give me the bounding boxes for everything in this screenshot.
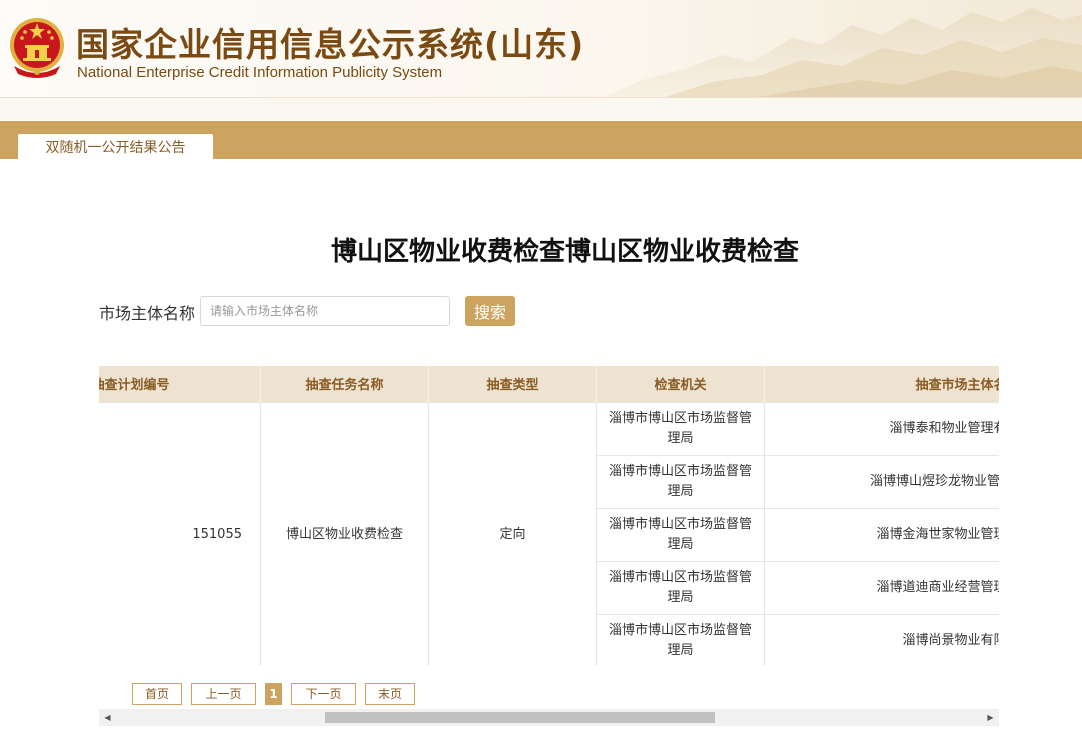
cell-entity-name: 淄博尚景物业有限公司	[764, 613, 999, 666]
cell-entity-name: 淄博道迪商业经营管理有限公司	[764, 560, 999, 615]
cell-entity-name: 淄博博山煜珍龙物业管理有限公司	[764, 454, 999, 509]
page-title: 博山区物业收费检查博山区物业收费检查	[330, 237, 799, 267]
search-button[interactable]: 搜索	[465, 296, 515, 326]
site-header: 国家企业信用信息公示系统(山东) National Enterprise Cre…	[0, 0, 1082, 98]
column-header-plan-number: 抽查计划编号	[99, 366, 261, 402]
column-header-entity-name: 抽查市场主体名称	[764, 366, 999, 402]
column-header-task-name: 抽查任务名称	[260, 366, 429, 402]
scrollbar-thumb[interactable]	[325, 712, 715, 723]
national-emblem-icon	[10, 18, 64, 78]
system-subtitle: National Enterprise Credit Information P…	[77, 64, 443, 81]
cell-authority: 淄博市博山区市场监督管理局	[596, 507, 765, 562]
cell-authority: 淄博市博山区市场监督管理局	[596, 613, 765, 666]
pagination-next-button[interactable]: 下一页	[291, 683, 356, 705]
column-header-authority: 检查机关	[596, 366, 765, 402]
table-header-row: 抽查计划编号 抽查任务名称 抽查类型 检查机关 抽查市场主体名称	[99, 366, 999, 402]
scroll-right-arrow-icon[interactable]: ▶	[982, 709, 999, 726]
scroll-left-arrow-icon[interactable]: ◀	[99, 709, 116, 726]
cell-check-type: 定向	[428, 401, 597, 666]
cell-authority: 淄博市博山区市场监督管理局	[596, 454, 765, 509]
search-label: 市场主体名称	[99, 304, 196, 323]
column-header-check-type: 抽查类型	[428, 366, 597, 402]
cell-authority: 淄博市博山区市场监督管理局	[596, 401, 765, 456]
tab-random-inspection-results[interactable]: 双随机一公开结果公告	[18, 134, 213, 159]
pagination-last-button[interactable]: 末页	[365, 683, 415, 705]
pagination-current-page[interactable]: 1	[265, 683, 282, 705]
system-title: 国家企业信用信息公示系统(山东)	[76, 25, 585, 64]
cell-entity-name: 淄博金海世家物业管理有限公司	[764, 507, 999, 562]
cell-entity-name: 淄博泰和物业管理有限公司	[764, 401, 999, 456]
header-divider-strip	[0, 98, 1082, 120]
horizontal-scrollbar[interactable]: ◀ ▶	[99, 709, 999, 726]
mountain-landscape-background	[604, 8, 1082, 97]
cell-authority: 淄博市博山区市场监督管理局	[596, 560, 765, 615]
results-table: 抽查计划编号 抽查任务名称 抽查类型 检查机关 抽查市场主体名称 151055 …	[99, 366, 999, 666]
results-table-viewport[interactable]: 抽查计划编号 抽查任务名称 抽查类型 检查机关 抽查市场主体名称 151055 …	[99, 366, 999, 666]
pagination-prev-button[interactable]: 上一页	[191, 683, 256, 705]
table-row: 151055 博山区物业收费检查 定向 淄博市博山区市场监督管理局 淄博泰和物业…	[99, 401, 999, 666]
search-input[interactable]	[200, 296, 450, 326]
pagination-first-button[interactable]: 首页	[132, 683, 182, 705]
cell-plan-number: 151055	[99, 401, 261, 666]
cell-task-name: 博山区物业收费检查	[260, 401, 429, 666]
